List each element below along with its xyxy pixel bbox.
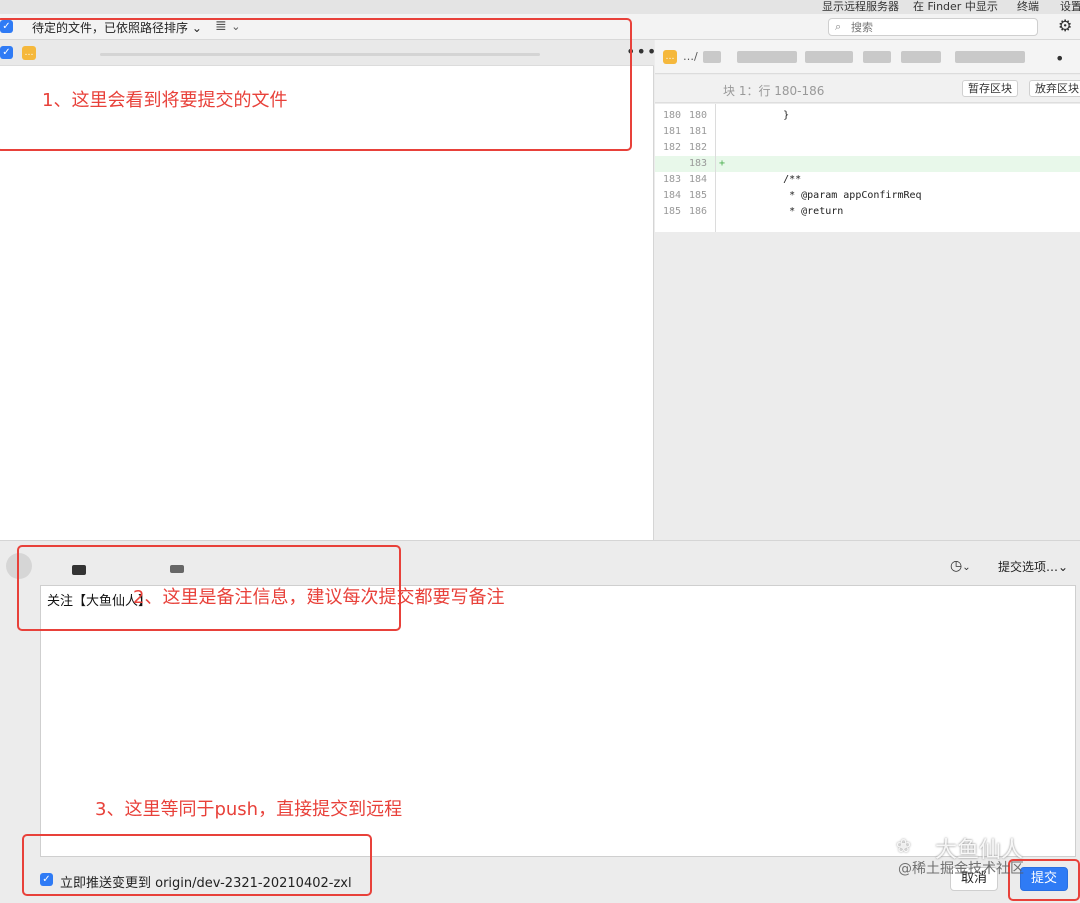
wechat-logo-icon: ❀ <box>896 836 912 857</box>
modified-file-icon: … <box>663 50 677 64</box>
commit-options-dropdown[interactable]: 提交选项…⌄ <box>998 558 1068 575</box>
diff-line: 184 185 * @param appConfirmReq <box>655 188 1080 204</box>
show-in-finder-button[interactable]: 在 Finder 中显示 <box>913 0 998 14</box>
diff-code-area: 180 180 } 181 181 182 182 183 +183 184 /** 184 185… <box>655 104 1080 232</box>
diff-header: … …/ • <box>655 40 1080 74</box>
stage-hunk-button[interactable]: 暂存区块 <box>962 80 1018 97</box>
annotation-note-2: 2、这里是备注信息，建议每次提交都要写备注 <box>133 587 505 608</box>
diff-line: 181 181 <box>655 124 1080 140</box>
redacted-segment <box>901 51 941 63</box>
search-field[interactable]: ⌕ <box>828 18 1038 36</box>
old-line-number: 182 <box>662 142 681 153</box>
redacted-segment <box>863 51 891 63</box>
old-line-number: 181 <box>662 126 681 137</box>
redacted-segment <box>737 51 797 63</box>
show-remote-server-button[interactable]: 显示远程服务器 <box>822 0 899 14</box>
annotation-box-push <box>22 834 372 896</box>
redacted-segment <box>703 51 721 63</box>
top-menu-strip: 显示远程服务器 在 Finder 中显示 终端 设置 <box>0 0 1080 14</box>
commit-options-label: 提交选项… <box>998 560 1059 574</box>
gutter-divider <box>715 104 716 232</box>
old-line-number: 183 <box>662 174 681 185</box>
discard-hunk-button[interactable]: 放弃区块 <box>1029 80 1080 97</box>
new-line-number: 181 <box>688 126 707 137</box>
code-text: * @param appConfirmReq <box>759 190 922 201</box>
chevron-down-icon: ⌄ <box>1058 560 1069 574</box>
code-text: * @return <box>759 206 844 217</box>
annotation-note-3: 3、这里等同于push，直接提交到远程 <box>95 799 403 820</box>
new-line-number: 180 <box>688 110 707 121</box>
diff-line: 182 182 <box>655 140 1080 156</box>
new-line-number: 183 <box>688 158 707 169</box>
hunk-label: 块 1：行 180-186 <box>723 84 825 98</box>
code-text: /** <box>759 174 802 185</box>
diff-line: 180 180 } <box>655 108 1080 124</box>
more-options-icon[interactable]: • <box>1055 49 1065 68</box>
redacted-segment <box>955 51 1025 63</box>
diff-file-path: …/ <box>683 50 698 63</box>
search-input[interactable] <box>851 20 1031 34</box>
new-line-number: 186 <box>688 206 707 217</box>
new-line-number: 182 <box>688 142 707 153</box>
line-change-marker: + <box>719 158 726 169</box>
hunk-header: 块 1：行 180-186 暂存区块 放弃区块 <box>655 75 1080 103</box>
diff-panel: … …/ • 块 1：行 180-186 暂存区块 放弃区块 180 180 } 1… <box>655 40 1080 540</box>
clock-icon[interactable]: ◷⌄ <box>950 558 971 574</box>
new-line-number: 185 <box>688 190 707 201</box>
code-text: } <box>759 110 790 121</box>
gear-icon[interactable]: ⚙ <box>1058 16 1072 35</box>
diff-line: 183 + <box>655 156 1080 172</box>
new-line-number: 184 <box>688 174 707 185</box>
old-line-number: 184 <box>662 190 681 201</box>
diff-line: 185 186 * @return <box>655 204 1080 220</box>
old-line-number: 180 <box>662 110 681 121</box>
redacted-segment <box>805 51 853 63</box>
settings-button[interactable]: 设置 <box>1060 0 1080 14</box>
search-icon: ⌕ <box>835 20 842 33</box>
annotation-box-files <box>0 18 632 151</box>
terminal-button[interactable]: 终端 <box>1017 0 1039 14</box>
annotation-note-1: 1、这里会看到将要提交的文件 <box>42 90 288 111</box>
old-line-number: 185 <box>662 206 681 217</box>
watermark-site: @稀土掘金技术社区 <box>898 861 1024 877</box>
diff-line: 183 184 /** <box>655 172 1080 188</box>
